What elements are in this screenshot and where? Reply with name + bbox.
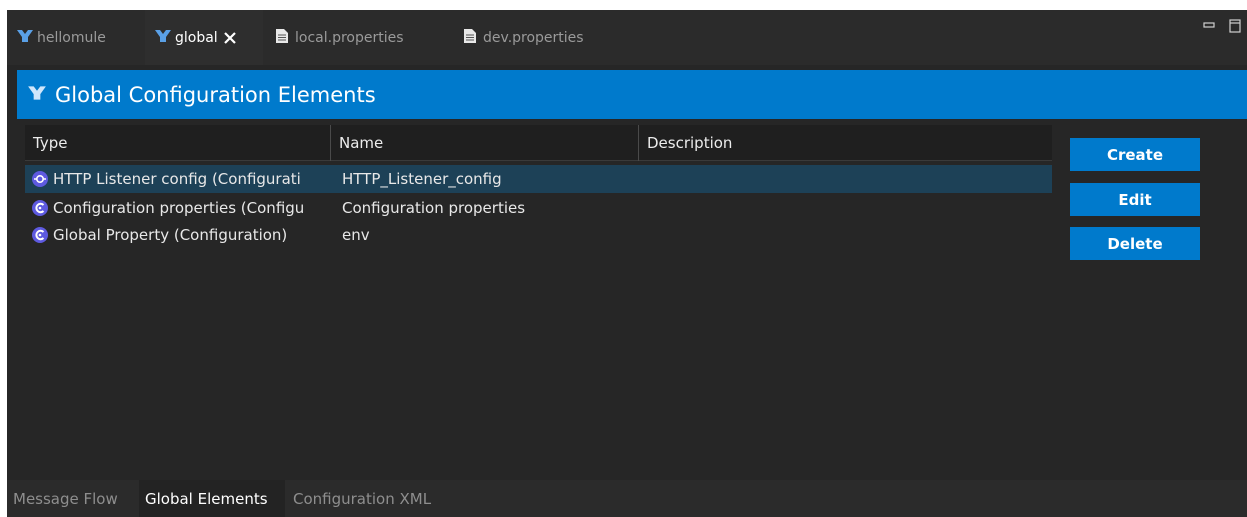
table-row[interactable]: Global Property (Configuration) env <box>25 221 1052 249</box>
close-icon[interactable] <box>223 31 237 45</box>
maximize-icon[interactable] <box>1225 13 1245 39</box>
row-description-cell <box>647 165 1047 193</box>
file-icon <box>463 28 477 48</box>
tab-local-properties[interactable]: local.properties <box>266 10 454 65</box>
table-row[interactable]: HTTP Listener config (Configurati HTTP_L… <box>25 165 1052 193</box>
tab-label: dev.properties <box>483 29 584 46</box>
column-header-description[interactable]: Description <box>639 125 1052 161</box>
file-icon <box>275 28 289 48</box>
row-name-cell: HTTP_Listener_config <box>342 170 502 188</box>
create-button[interactable]: Create <box>1070 138 1200 171</box>
tab-dev-properties[interactable]: dev.properties <box>454 10 624 65</box>
bottom-tab-bar: Message Flow Global Elements Configurati… <box>7 480 1247 517</box>
global-elements-table: Type Name Description HTTP Listener conf… <box>25 125 1052 480</box>
table-row[interactable]: Configuration properties (Configu Config… <box>25 194 1052 222</box>
editor-tab-bar: hellomule global local.properties dev.pr… <box>7 10 1247 65</box>
tab-global[interactable]: global <box>145 10 263 65</box>
tab-message-flow[interactable]: Message Flow <box>7 480 137 517</box>
delete-button[interactable]: Delete <box>1070 227 1200 260</box>
tab-label: global <box>175 29 218 46</box>
config-icon <box>31 199 49 217</box>
page-title: Global Configuration Elements <box>55 82 376 107</box>
mule-icon <box>154 28 172 48</box>
table-header: Type Name Description <box>25 125 1052 161</box>
editor-window: hellomule global local.properties dev.pr… <box>7 10 1247 517</box>
row-name-cell: Configuration properties <box>342 199 526 217</box>
page-header: Global Configuration Elements <box>17 70 1247 119</box>
mule-icon <box>27 83 47 107</box>
row-type-cell: HTTP Listener config (Configurati <box>31 165 331 193</box>
edit-button[interactable]: Edit <box>1070 183 1200 216</box>
tab-configuration-xml[interactable]: Configuration XML <box>287 480 457 517</box>
column-header-name[interactable]: Name <box>331 125 639 161</box>
mule-icon <box>16 28 34 48</box>
row-type-label: HTTP Listener config (Configurati <box>53 170 301 188</box>
tab-hellomule[interactable]: hellomule <box>7 10 145 65</box>
tab-global-elements[interactable]: Global Elements <box>139 480 285 517</box>
row-type-cell: Global Property (Configuration) <box>31 221 331 249</box>
tab-label: local.properties <box>295 29 404 46</box>
row-type-label: Configuration properties (Configu <box>53 199 305 217</box>
column-header-type[interactable]: Type <box>25 125 331 161</box>
row-type-cell: Configuration properties (Configu <box>31 194 331 222</box>
row-name-cell: env <box>342 226 370 244</box>
row-description-cell <box>647 221 1047 249</box>
minimize-icon[interactable] <box>1199 13 1219 39</box>
config-icon <box>31 226 49 244</box>
http-listener-icon <box>31 170 49 188</box>
row-type-label: Global Property (Configuration) <box>53 226 288 244</box>
tab-label: hellomule <box>37 29 106 46</box>
row-description-cell <box>647 194 1047 222</box>
